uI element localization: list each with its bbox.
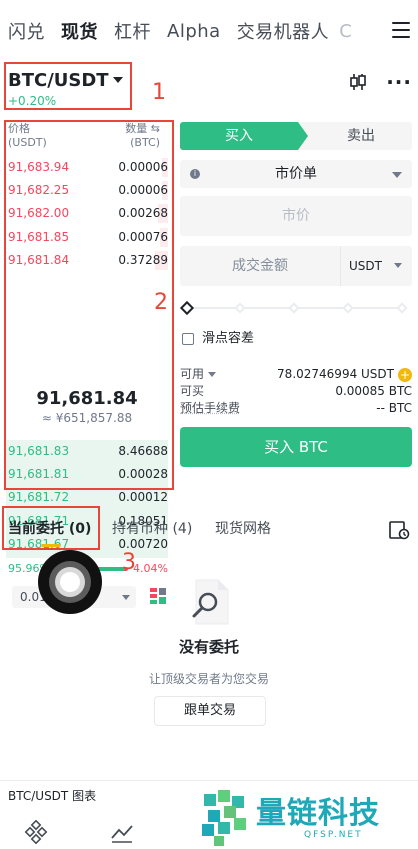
candlestick-chart-icon[interactable] [348, 72, 368, 92]
tab-spot-grid[interactable]: 现货网格 [215, 518, 271, 538]
header-actions: ··· [348, 70, 412, 94]
available-toggle[interactable]: 可用 [180, 366, 217, 383]
top-navigation: 闪兑 现货 杠杆 Alpha 交易机器人 C [0, 0, 418, 62]
sell-ratio-label: 4.04% [133, 562, 168, 575]
order-form: 买入 卖出 i 市价单 市价 成交金额 USDT 滑点容差 可用 78.0274… [179, 122, 412, 467]
annotation-number-3: 3 [122, 550, 136, 575]
chevron-down-icon [394, 263, 402, 268]
nav-tab-swap[interactable]: 闪兑 [8, 18, 45, 44]
annotation-box-1 [4, 62, 132, 110]
available-label: 可用 [180, 367, 205, 381]
slider-step-25[interactable] [234, 302, 246, 314]
annotation-number-1: 1 [152, 80, 166, 105]
chevron-down-icon [122, 595, 130, 600]
can-buy-value: 0.00085 BTC [335, 384, 412, 398]
nav-tab-spot[interactable]: 现货 [61, 18, 98, 44]
watermark-logo [202, 790, 246, 846]
price-input[interactable]: 市价 [180, 196, 412, 236]
chevron-down-icon [392, 172, 402, 178]
copy-trading-button[interactable]: 跟单交易 [154, 696, 266, 726]
order-type-value: 市价单 [275, 166, 317, 182]
info-icon[interactable]: i [190, 169, 200, 179]
sell-tab[interactable]: 卖出 [310, 122, 412, 150]
nav-tab-margin[interactable]: 杠杆 [114, 18, 151, 44]
nav-tab-alpha[interactable]: Alpha [167, 21, 221, 42]
annotation-number-2: 2 [154, 290, 168, 315]
watermark-title: 量链科技 [256, 796, 380, 831]
order-type-select[interactable]: i 市价单 [180, 160, 412, 188]
slippage-checkbox-row[interactable]: 滑点容差 [180, 330, 412, 348]
available-value: 78.02746994 USDT [277, 367, 394, 381]
amount-unit: USDT [349, 259, 382, 273]
slider-handle[interactable] [179, 300, 195, 316]
bottom-navigation [0, 814, 200, 849]
add-funds-icon[interactable]: + [398, 367, 412, 382]
empty-title: 没有委托 [178, 638, 239, 656]
fee-value: -- BTC [376, 401, 412, 415]
tab-holdings[interactable]: 持有币种 (4) [112, 518, 192, 538]
order-history-icon[interactable] [388, 520, 410, 540]
amount-placeholder: 成交金额 [232, 258, 288, 274]
more-options-icon[interactable]: ··· [386, 70, 412, 94]
chart-bar-label: BTC/USDT 图表 [8, 789, 97, 803]
orderbook-layout-icon[interactable] [148, 586, 168, 606]
annotation-box-3 [2, 506, 100, 550]
balance-info: 可用 78.02746994 USDT + 可买 0.00085 BTC 预估手续… [180, 366, 412, 417]
slider-step-100[interactable] [396, 302, 408, 314]
buy-tab-arrow [298, 122, 308, 150]
empty-subtitle: 让顶级交易者为您交易 [148, 672, 269, 686]
buy-sell-tabs: 买入 卖出 [180, 122, 412, 150]
buy-btc-button[interactable]: 买入 BTC [180, 427, 412, 467]
fee-label: 预估手续费 [180, 401, 241, 415]
nav-tab-more[interactable]: C [339, 21, 352, 42]
home-logo-icon[interactable] [24, 820, 48, 844]
markets-chart-icon[interactable] [110, 820, 134, 844]
slippage-checkbox[interactable] [182, 333, 194, 345]
can-buy-row: 可买 0.00085 BTC [180, 383, 412, 400]
available-row: 可用 78.02746994 USDT + [180, 366, 412, 383]
no-orders-icon [192, 579, 229, 625]
amount-unit-select[interactable]: USDT [340, 246, 412, 286]
watermark-subtitle: QFSP.NET [304, 830, 363, 840]
hamburger-menu-icon[interactable] [392, 22, 410, 38]
slider-step-50[interactable] [288, 302, 300, 314]
nav-tab-trading-bots[interactable]: 交易机器人 [237, 18, 330, 44]
floating-ring-icon[interactable] [36, 548, 104, 616]
fee-row: 预估手续费 -- BTC [180, 400, 412, 417]
annotation-box-2 [4, 120, 174, 490]
amount-input[interactable]: 成交金额 USDT [180, 246, 412, 286]
slider-step-75[interactable] [342, 302, 354, 314]
watermark: 量链科技 QFSP.NET [196, 786, 418, 849]
slippage-label: 滑点容差 [202, 331, 255, 346]
amount-slider[interactable] [179, 300, 412, 316]
can-buy-label: 可买 [180, 384, 205, 398]
chevron-down-icon [208, 372, 217, 377]
buy-tab[interactable]: 买入 [180, 122, 298, 150]
